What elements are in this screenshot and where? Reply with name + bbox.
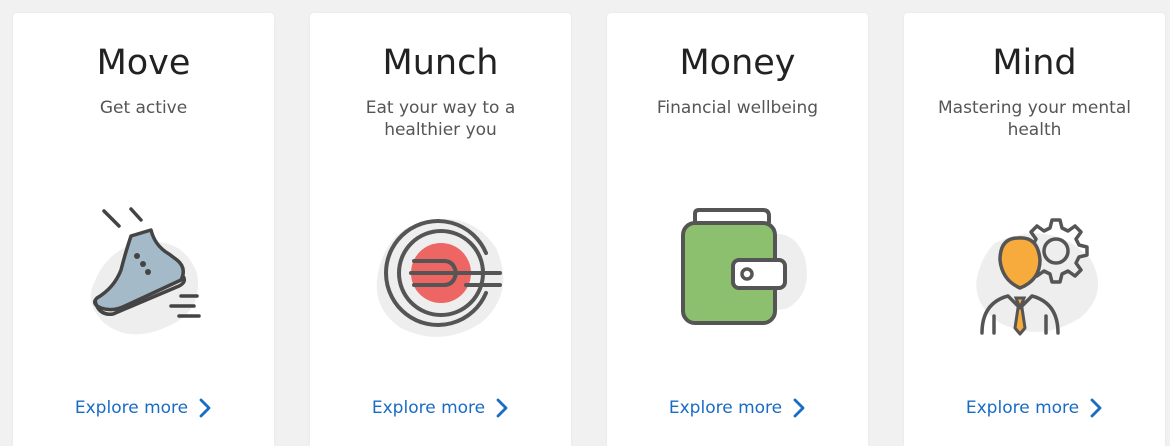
card-money: Money Financial wellbeing Explore more [607, 13, 868, 446]
card-title: Money [679, 43, 796, 83]
chevron-right-icon [1090, 398, 1102, 418]
card-subtitle: Eat your way to a healthier you [365, 98, 516, 140]
sneaker-icon [90, 207, 201, 335]
wallet-icon [680, 208, 807, 325]
card-title: Move [96, 43, 191, 83]
card-munch: Munch Eat your way to a healthier you Ex… [310, 13, 571, 446]
explore-more-link[interactable]: Explore more [13, 397, 274, 419]
explore-more-label: Explore more [371, 398, 486, 418]
card-subtitle: Get active [99, 98, 188, 118]
card-subtitle: Mastering your mental health [938, 98, 1131, 140]
person-gear-icon [975, 218, 1098, 336]
card-move: Move Get active Explore more [13, 13, 274, 446]
chevron-right-icon [199, 398, 211, 418]
card-title: Munch [382, 43, 499, 83]
chevron-right-icon [793, 398, 805, 418]
plate-fork-icon [376, 219, 503, 337]
explore-more-label: Explore more [668, 398, 783, 418]
explore-more-link[interactable]: Explore more [904, 397, 1165, 419]
explore-more-label: Explore more [74, 398, 189, 418]
explore-more-link[interactable]: Explore more [607, 397, 868, 419]
card-subtitle: Financial wellbeing [656, 98, 819, 118]
explore-more-link[interactable]: Explore more [310, 397, 571, 419]
card-mind: Mind Mastering your mental health Explor… [904, 13, 1165, 446]
chevron-right-icon [496, 398, 508, 418]
card-title: Mind [992, 43, 1077, 83]
explore-more-label: Explore more [965, 398, 1080, 418]
